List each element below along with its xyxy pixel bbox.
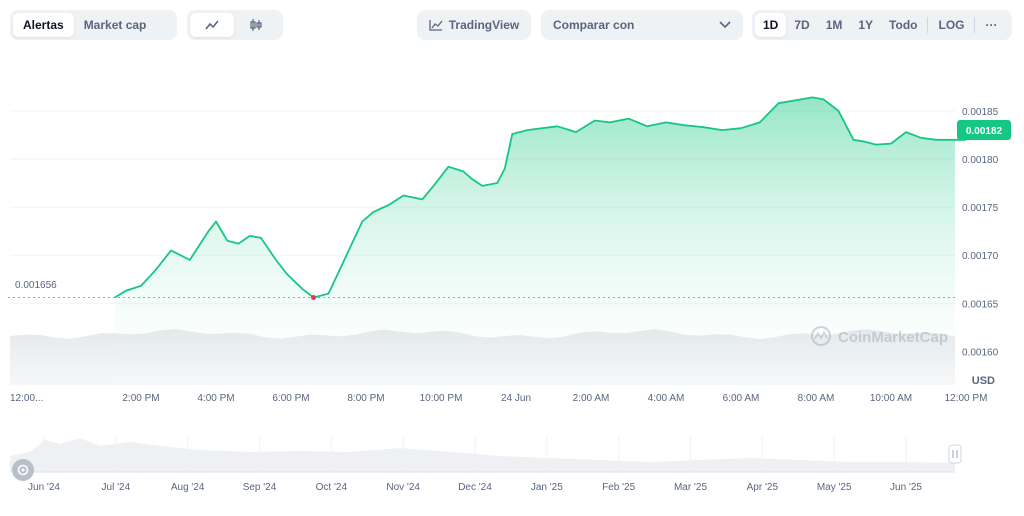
x-tick-label: 12:00... [10, 393, 43, 404]
y-tick-label: 0.00180 [962, 155, 999, 166]
y-tick-label: 0.00165 [962, 299, 999, 310]
x-tick-label: 4:00 PM [197, 393, 234, 404]
price-chart[interactable]: 0.00185 0.00180 0.00175 0.00170 0.00165 0.001… [0, 50, 1024, 511]
x-tick-label: 2:00 PM [122, 393, 159, 404]
log-scale-button[interactable]: LOG [930, 13, 972, 37]
reset-icon [17, 464, 29, 476]
range-divider [974, 17, 976, 33]
y-axis: 0.00185 0.00180 0.00175 0.00170 0.00165 0.001… [962, 107, 999, 358]
overview-handle[interactable] [948, 444, 962, 464]
tradingview-label: TradingView [448, 18, 520, 32]
x-tick-label: 8:00 PM [347, 393, 384, 404]
view-tabs: Alertas Market cap [10, 10, 177, 40]
price-chart-area: 0.00185 0.00180 0.00175 0.00170 0.00165 0.001… [0, 50, 1024, 511]
y-tick-label: 0.00185 [962, 107, 999, 118]
y-tick-label: 0.00160 [962, 347, 999, 358]
overview-tick-label: Aug '24 [171, 482, 205, 493]
tradingview-icon [429, 20, 443, 31]
overview-tick-label: Dec '24 [458, 482, 492, 493]
x-tick-label: 10:00 AM [870, 393, 912, 404]
start-price-label: 0.001656 [15, 280, 57, 291]
range-all[interactable]: Todo [881, 13, 925, 37]
x-tick-label: 6:00 AM [723, 393, 760, 404]
overview-tick-label: Sep '24 [243, 482, 277, 493]
compare-select[interactable]: Comparar con [541, 10, 743, 40]
x-tick-label: 10:00 PM [420, 393, 463, 404]
line-chart-button[interactable] [190, 13, 234, 37]
tab-market-cap[interactable]: Market cap [74, 13, 157, 37]
low-marker [311, 294, 316, 300]
candles-icon [250, 19, 262, 31]
overview-tick-label: Jul '24 [102, 482, 131, 493]
x-tick-label: 8:00 AM [798, 393, 835, 404]
overview-tick-label: Apr '25 [747, 482, 779, 493]
chart-type-toggle [187, 10, 283, 40]
range-1d[interactable]: 1D [755, 13, 787, 37]
compare-label: Comparar con [553, 18, 635, 32]
overview-tick-label: May '25 [817, 482, 852, 493]
chart-toolbar: Alertas Market cap TradingView Comparar … [0, 10, 1024, 40]
y-tick-label: 0.00175 [962, 203, 999, 214]
range-7d[interactable]: 7D [786, 13, 817, 37]
overview-tick-label: Feb '25 [602, 482, 635, 493]
chevron-down-icon [719, 21, 731, 29]
current-price-value: 0.00182 [966, 126, 1003, 137]
overview-area [10, 438, 955, 472]
overview-tick-label: Oct '24 [316, 482, 348, 493]
x-axis: 12:00... 2:00 PM 4:00 PM 6:00 PM 8:00 PM 10:0… [10, 393, 987, 404]
reset-zoom-button[interactable] [12, 459, 34, 481]
current-price-tag: 0.00182 [957, 120, 1011, 140]
overview-navigator[interactable]: Jun '24 Jul '24 Aug '24 Sep '24 Oct '24 Nov '… [10, 436, 962, 493]
range-selector: 1D 7D 1M 1Y Todo LOG ··· [752, 10, 1012, 40]
x-tick-label: 6:00 PM [272, 393, 309, 404]
overview-tick-label: Mar '25 [674, 482, 707, 493]
overview-tick-label: Jun '25 [890, 482, 922, 493]
line-chart-icon [205, 20, 219, 30]
overview-tick-label: Jan '25 [531, 482, 563, 493]
x-tick-label: 4:00 AM [648, 393, 685, 404]
watermark-text: CoinMarketCap [838, 329, 948, 346]
range-divider [927, 17, 929, 33]
overview-tick-label: Nov '24 [386, 482, 420, 493]
more-options-button[interactable]: ··· [977, 13, 1005, 37]
overview-tick-label: Jun '24 [28, 482, 60, 493]
y-tick-label: 0.00170 [962, 251, 999, 262]
range-1y[interactable]: 1Y [850, 13, 881, 37]
tab-alertas[interactable]: Alertas [13, 13, 74, 37]
tradingview-button[interactable]: TradingView [417, 10, 531, 40]
x-tick-label: 24 Jun [501, 393, 531, 404]
currency-label: USD [972, 375, 995, 387]
x-tick-label: 2:00 AM [573, 393, 610, 404]
x-tick-label: 12:00 PM [945, 393, 988, 404]
candle-chart-button[interactable] [234, 13, 278, 37]
range-1m[interactable]: 1M [818, 13, 851, 37]
